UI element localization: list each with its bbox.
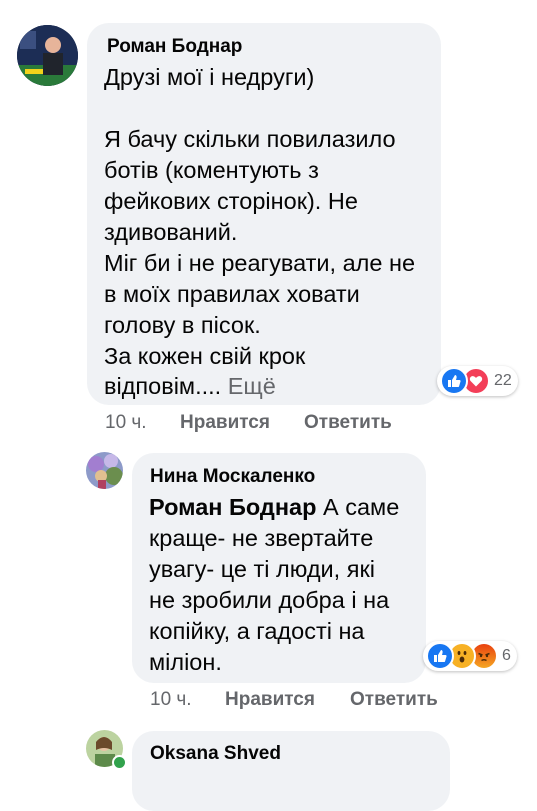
like-button[interactable]: Нравится	[180, 412, 270, 434]
comment-line: фейкових сторінок). Не	[104, 188, 358, 214]
reply-author[interactable]: Нина Москаленко	[150, 466, 315, 488]
comment-line: За кожен свій крок	[104, 343, 306, 369]
comment-line: здивований.	[104, 219, 238, 245]
mention-link[interactable]: Роман Боднар	[149, 494, 316, 520]
reply-line: не зробили добра і на	[149, 587, 390, 613]
like-reaction-icon	[440, 367, 468, 395]
comment-line: відповім.... Ещё	[104, 373, 276, 400]
reply-line: краще- не звертайте	[149, 525, 374, 551]
reply-reactions-summary[interactable]: 6	[423, 641, 517, 671]
see-more-link[interactable]: Ещё	[228, 373, 276, 399]
reply-line-first: А саме	[316, 494, 400, 520]
comment-author[interactable]: Роман Боднар	[107, 36, 242, 58]
reply-time[interactable]: 10 ч.	[150, 689, 192, 711]
reply-author[interactable]: Oksana Shved	[150, 743, 281, 765]
comment-line: голову в пісок.	[104, 312, 261, 338]
like-reaction-icon	[426, 642, 454, 670]
comment-time[interactable]: 10 ч.	[105, 412, 147, 434]
reactions-summary[interactable]: 22	[437, 366, 518, 396]
reply-line: міліон.	[149, 649, 222, 675]
reply-button[interactable]: Ответить	[304, 412, 392, 434]
comment-line: в моїх правилах ховати	[104, 281, 360, 307]
reply-like-button[interactable]: Нравится	[225, 689, 315, 711]
reply-line: копійку, а гадості на	[149, 618, 365, 644]
reply-reply-button[interactable]: Ответить	[350, 689, 438, 711]
comment-line-last: відповім....	[104, 373, 222, 399]
online-status-dot	[112, 755, 127, 770]
comment-line: Друзі мої і недруги)	[104, 64, 315, 90]
reply-line: увагу- це ті люди, які	[149, 556, 375, 582]
comment-line: ботів (коментують з	[104, 157, 319, 183]
avatar-nina-moskalenko[interactable]	[86, 452, 123, 489]
reply-line: Роман Боднар А саме	[149, 494, 399, 521]
reply-reaction-count: 6	[502, 647, 511, 664]
reaction-count: 22	[494, 372, 512, 389]
comment-line: Міг би і не реагувати, але не	[104, 250, 416, 276]
avatar-roman-bodnar[interactable]	[17, 25, 78, 86]
comment-line: Я бачу скільки повилазило	[104, 126, 396, 152]
